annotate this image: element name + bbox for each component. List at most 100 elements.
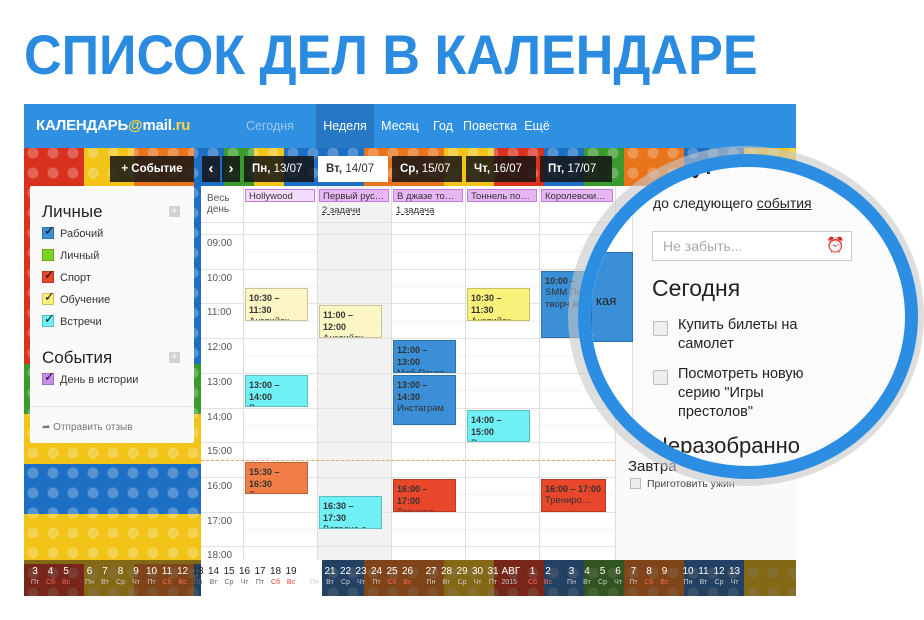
mini-calendar-day[interactable]: 2 Вс [541, 566, 555, 588]
calendar-checkbox[interactable] [42, 249, 54, 261]
mini-calendar-day[interactable]: 26 Вс [401, 566, 415, 588]
calendar-item[interactable]: Личный [42, 249, 99, 263]
mini-calendar-day[interactable]: 28 Вт [440, 566, 454, 588]
mini-calendar-day[interactable]: 18 Сб [269, 566, 283, 588]
allday-event[interactable]: Hollywood [245, 189, 315, 202]
event-block[interactable]: 13:00 – 14:00Встреча [245, 374, 308, 408]
calendar-item[interactable]: ✓ День в истории [42, 370, 138, 387]
mini-calendar-day[interactable]: 9 Чт [129, 566, 143, 588]
mini-calendar-day[interactable]: 15 Ср [222, 566, 236, 588]
today-button[interactable]: Сегодня [246, 104, 294, 148]
mini-calendar-day[interactable]: 3 Пн [565, 566, 579, 588]
tab-view-1[interactable]: Месяц [374, 104, 426, 148]
mini-calendar-day[interactable]: 13 Чт [728, 566, 742, 588]
mini-calendar-day[interactable]: 21 Вт [323, 566, 337, 588]
mini-calendar-day[interactable]: 31 Пт [486, 566, 500, 588]
calendar-checkbox[interactable]: ✓ [42, 290, 55, 305]
tab-view-2[interactable]: Год [426, 104, 460, 148]
mini-calendar-day[interactable]: 7 Пт [627, 566, 641, 588]
allday-event[interactable]: В джазе то… [393, 189, 463, 202]
tab-view-3[interactable]: Повестка [460, 104, 520, 148]
task-checkbox[interactable] [630, 478, 641, 489]
task-checkbox[interactable] [653, 321, 668, 336]
mini-calendar-day[interactable]: 19 Вс [284, 566, 298, 588]
mini-calendar-day[interactable]: 12 Ср [712, 566, 726, 588]
calendar-item[interactable]: ✓ Встречи [42, 312, 102, 329]
task-label[interactable]: Купить билеты на [678, 317, 797, 333]
calendar-item[interactable]: ✓ Обучение [42, 290, 110, 307]
mini-calendar-day[interactable]: АВГ 2015 [502, 566, 521, 588]
event-block[interactable]: 14:00 – 15:00Встреча [467, 409, 530, 443]
mini-calendar-day[interactable]: 7 Вт [98, 566, 112, 588]
day-header-1[interactable]: Вт, 14/07 [318, 156, 388, 182]
event-block[interactable]: 10:30 – 11:30Английск… [245, 288, 308, 321]
mini-calendar-day[interactable]: 24 Пт [370, 566, 384, 588]
mini-calendar-day[interactable]: 13 Пн [191, 566, 205, 588]
mini-calendar-day[interactable]: 6 Пн [83, 566, 97, 588]
event-block[interactable]: 15:30 – 16:30Трениро… [245, 461, 308, 495]
mini-calendar-day[interactable]: 27 Пн [424, 566, 438, 588]
mini-calendar-day[interactable]: 8 Ср [114, 566, 128, 588]
mini-calendar-day[interactable]: 11 Вт [697, 566, 711, 588]
calendar-checkbox[interactable]: ✓ [42, 268, 55, 283]
day-header-2[interactable]: Ср, 15/07 [392, 156, 462, 182]
alarm-clock-icon[interactable]: ⏰ [826, 236, 845, 254]
mini-calendar-day[interactable]: 29 Ср [455, 566, 469, 588]
mini-calendar-day[interactable]: 14 Вт [207, 566, 221, 588]
tab-view-0[interactable]: Неделя [316, 104, 374, 148]
mini-calendar-day[interactable]: 20 Пн [308, 566, 322, 588]
mini-calendar-day[interactable]: 4 Вт [580, 566, 594, 588]
next-week-button[interactable]: › [222, 156, 240, 182]
prev-week-button[interactable]: ‹ [202, 156, 220, 182]
mini-calendar-day[interactable]: 9 Вс [658, 566, 672, 588]
tab-view-4[interactable]: Ещё [520, 104, 554, 148]
day-header-3[interactable]: Чт, 16/07 [466, 156, 536, 182]
event-block[interactable]: 11:00 – 12:00Английск… [319, 305, 382, 339]
event-block[interactable]: 10:30 – 11:30Английск… [467, 288, 530, 321]
task-checkbox[interactable] [653, 370, 668, 385]
task-label[interactable]: престолов" [678, 404, 753, 420]
event-block[interactable]: 16:00 – 17:00Трениро… [393, 478, 456, 512]
mini-calendar-day[interactable]: 10 Пн [681, 566, 695, 588]
mini-calendar-day[interactable]: 30 Чт [471, 566, 485, 588]
add-event-calendar-icon[interactable]: + [169, 352, 180, 363]
mini-calendar-day[interactable]: 25 Сб [385, 566, 399, 588]
event-block[interactable]: 16:00 – 17:00Трениро… [541, 478, 606, 512]
mini-calendar-day[interactable]: 12 Вс [176, 566, 190, 588]
event-block[interactable]: 13:00 – 14:30 Инстаграм [393, 374, 456, 425]
calendar-checkbox[interactable]: ✓ [42, 312, 55, 327]
calendar-checkbox[interactable]: ✓ [42, 224, 55, 239]
mini-calendar-day[interactable]: 4 Сб [44, 566, 58, 588]
event-block[interactable]: 12:00 – 13:00Моб.Почта [393, 340, 456, 373]
next-event-link[interactable]: события [757, 195, 812, 211]
calendar-checkbox[interactable]: ✓ [42, 370, 55, 385]
mini-calendar-day[interactable]: 1 Сб [526, 566, 540, 588]
mini-calendar-day[interactable]: 17 Пт [253, 566, 267, 588]
mini-calendar-day[interactable]: 5 Вс [59, 566, 73, 588]
task-label[interactable]: серию "Игры [678, 385, 764, 401]
mini-calendar-day[interactable]: 6 Чт [611, 566, 625, 588]
mini-calendar-day[interactable]: 11 Сб [160, 566, 174, 588]
event-block[interactable]: 16:30 – 17:30Встреча с [319, 496, 382, 529]
day-header-0[interactable]: Пн, 13/07 [244, 156, 314, 182]
todo-input[interactable]: Не забыть... ⏰ [652, 231, 852, 261]
calendar-item[interactable]: ✓ Рабочий [42, 224, 103, 241]
task-label[interactable]: самолет [678, 336, 734, 352]
add-calendar-icon[interactable]: + [169, 206, 180, 217]
allday-event[interactable]: Первый рус… [319, 189, 389, 202]
mini-calendar-day[interactable]: 16 Чт [238, 566, 252, 588]
logo[interactable]: КАЛЕНДАРЬ@mail.ru [36, 117, 190, 134]
allday-event[interactable]: Тоннель по… [467, 189, 537, 202]
tasks-link[interactable]: 1 задача [396, 205, 434, 216]
mini-calendar-day[interactable]: 22 Ср [339, 566, 353, 588]
mini-calendar-day[interactable]: 8 Сб [642, 566, 656, 588]
task-label[interactable]: Посмотреть новую [678, 366, 804, 382]
calendar-item[interactable]: ✓ Спорт [42, 268, 91, 285]
mini-calendar-day[interactable]: 23 Чт [354, 566, 368, 588]
tasks-link[interactable]: 2 задачи [322, 205, 360, 216]
new-event-button[interactable]: + Событие [110, 156, 194, 182]
feedback-link[interactable]: ➦ Отправить отзыв [42, 422, 133, 433]
mini-calendar-day[interactable]: 5 Ср [596, 566, 610, 588]
mini-calendar-day[interactable]: 10 Пт [145, 566, 159, 588]
mini-calendar-day[interactable]: 3 Пт [28, 566, 42, 588]
